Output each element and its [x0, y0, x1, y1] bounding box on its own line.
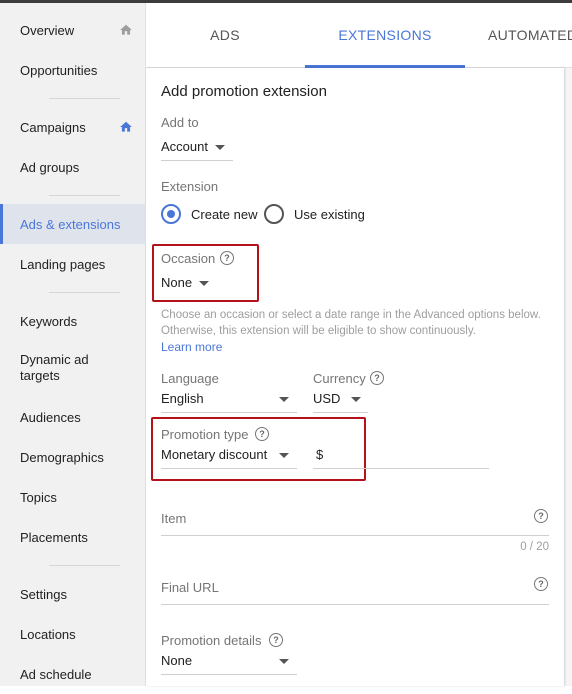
select-underline	[161, 412, 297, 413]
tab-automated[interactable]: AUTOMATED	[488, 3, 572, 67]
add-to-select[interactable]: Account	[161, 135, 233, 161]
chevron-down-icon	[199, 281, 209, 286]
occasion-label: Occasion	[161, 251, 216, 266]
field-underline	[161, 604, 549, 605]
form-title: Add promotion extension	[161, 83, 327, 100]
occasion-select[interactable]: None	[161, 271, 216, 295]
tab-ads[interactable]: ADS	[146, 3, 304, 67]
sidebar-item-opportunities[interactable]: Opportunities	[0, 50, 145, 90]
sidebar-item-dynamic-ad-targets[interactable]: Dynamic ad targets	[0, 352, 145, 396]
amount-prefix: $	[316, 447, 324, 462]
sidebar-item-label: Audiences	[20, 409, 81, 425]
currency-value: USD	[313, 391, 341, 406]
sidebar: Overview Opportunities Campaigns Ad grou…	[0, 3, 146, 686]
learn-more-link[interactable]: Learn more	[161, 340, 222, 354]
sidebar-item-settings[interactable]: Settings	[0, 574, 145, 614]
promotion-details-label: Promotion details	[161, 633, 262, 648]
create-new-radio[interactable]	[161, 204, 181, 224]
content-panel: Add promotion extension Add to Account E…	[146, 68, 572, 686]
tab-label: ADS	[210, 27, 240, 43]
sidebar-divider	[49, 565, 120, 566]
sidebar-item-ads-extensions[interactable]: Ads & extensions	[0, 204, 145, 244]
extension-label: Extension	[161, 179, 219, 194]
create-new-label[interactable]: Create new	[191, 207, 257, 222]
sidebar-item-placements[interactable]: Placements	[0, 517, 145, 557]
home-icon	[120, 121, 132, 132]
sidebar-item-topics[interactable]: Topics	[0, 477, 145, 517]
language-select[interactable]: English	[161, 387, 297, 413]
chevron-down-icon	[279, 453, 289, 458]
sidebar-item-label: Ad groups	[20, 159, 80, 175]
promotion-details-value: None	[161, 653, 193, 668]
promotion-details-select[interactable]: None	[161, 649, 297, 675]
item-label: Item	[161, 511, 187, 526]
item-char-counter: 0 / 20	[520, 541, 549, 553]
help-icon[interactable]: ?	[534, 577, 548, 591]
add-to-value: Account	[161, 139, 208, 154]
help-icon[interactable]: ?	[370, 371, 384, 385]
sidebar-item-campaigns[interactable]: Campaigns	[0, 107, 145, 147]
promotion-type-value: Monetary discount	[161, 447, 268, 462]
select-underline	[161, 674, 297, 675]
help-icon[interactable]: ?	[220, 251, 234, 265]
home-icon	[120, 24, 132, 35]
chevron-down-icon	[279, 397, 289, 402]
sidebar-item-ad-groups[interactable]: Ad groups	[0, 147, 145, 187]
help-icon[interactable]: ?	[269, 633, 283, 647]
tab-label: AUTOMATED	[488, 27, 572, 43]
sidebar-item-audiences[interactable]: Audiences	[0, 397, 145, 437]
sidebar-item-label: Topics	[20, 489, 57, 505]
sidebar-item-label: Keywords	[20, 313, 78, 329]
tab-extensions[interactable]: EXTENSIONS	[305, 3, 465, 68]
sidebar-item-demographics[interactable]: Demographics	[0, 437, 145, 477]
sidebar-item-ad-schedule[interactable]: Ad schedule	[0, 654, 145, 694]
promotion-type-label: Promotion type	[161, 427, 249, 442]
promotion-type-select[interactable]: Monetary discount	[161, 443, 297, 469]
chevron-down-icon	[351, 397, 361, 402]
sidebar-divider	[49, 195, 120, 196]
sidebar-item-overview[interactable]: Overview	[0, 10, 145, 50]
sidebar-item-label: Placements	[20, 529, 88, 545]
select-underline	[161, 468, 297, 469]
help-icon[interactable]: ?	[534, 509, 548, 523]
amount-field[interactable]: $	[313, 443, 489, 469]
language-label: Language	[161, 371, 219, 386]
final-url-field[interactable]: Final URL	[161, 568, 549, 605]
sidebar-item-label: Settings	[20, 586, 67, 602]
occasion-value: None	[161, 275, 193, 290]
add-to-label: Add to	[161, 115, 199, 130]
sidebar-item-landing-pages[interactable]: Landing pages	[0, 244, 145, 284]
language-value: English	[161, 391, 204, 406]
use-existing-label[interactable]: Use existing	[294, 207, 365, 222]
occasion-hint: Choose an occasion or select a date rang…	[161, 309, 541, 337]
promotion-extension-form: Add promotion extension Add to Account E…	[146, 68, 564, 686]
sidebar-item-label: Demographics	[20, 449, 104, 465]
select-underline	[313, 412, 368, 413]
chevron-down-icon	[279, 659, 289, 664]
use-existing-radio[interactable]	[264, 204, 284, 224]
field-underline	[313, 468, 489, 469]
sidebar-item-label: Ad schedule	[20, 666, 92, 682]
sidebar-divider	[49, 292, 120, 293]
sidebar-item-keywords[interactable]: Keywords	[0, 301, 145, 341]
sidebar-item-label: Ads & extensions	[20, 216, 121, 232]
item-field[interactable]: Item	[161, 500, 549, 536]
sidebar-item-label: Dynamic ad targets	[20, 352, 89, 383]
sidebar-item-label: Campaigns	[20, 119, 86, 135]
sidebar-item-label: Locations	[20, 626, 76, 642]
chevron-down-icon	[215, 145, 225, 150]
field-underline	[161, 535, 549, 536]
tab-bar: ADS EXTENSIONS AUTOMATED	[146, 3, 572, 68]
currency-label: Currency	[313, 371, 366, 386]
sidebar-item-label: Opportunities	[20, 62, 98, 78]
help-icon[interactable]: ?	[255, 427, 269, 441]
final-url-label: Final URL	[161, 580, 219, 595]
sidebar-item-locations[interactable]: Locations	[0, 614, 145, 654]
select-underline	[161, 160, 233, 161]
sidebar-divider	[49, 98, 120, 99]
sidebar-item-label: Overview	[20, 22, 75, 38]
currency-select[interactable]: USD	[313, 387, 368, 413]
tab-label: EXTENSIONS	[338, 27, 432, 43]
sidebar-item-label: Landing pages	[20, 256, 106, 272]
